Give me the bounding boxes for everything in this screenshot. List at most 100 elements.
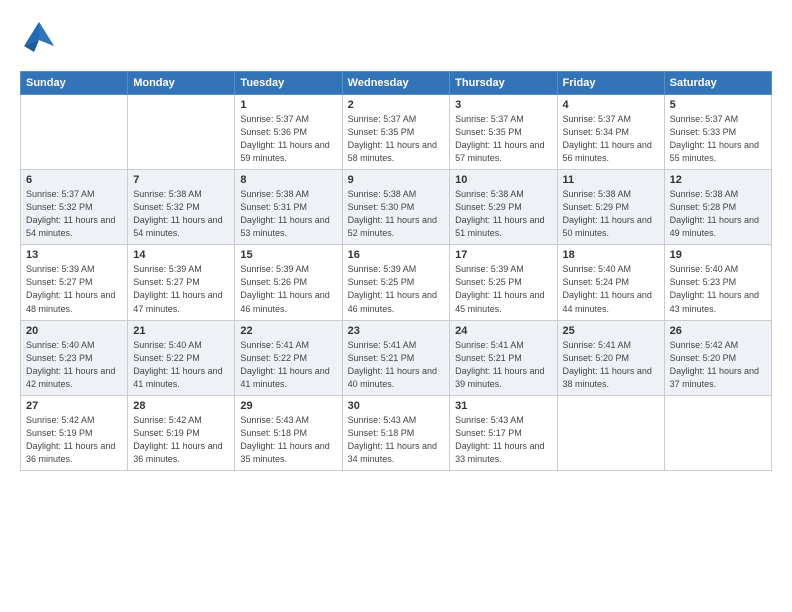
calendar-cell xyxy=(557,395,664,470)
day-info: Sunrise: 5:42 AMSunset: 5:20 PMDaylight:… xyxy=(670,339,766,391)
day-info: Sunrise: 5:43 AMSunset: 5:18 PMDaylight:… xyxy=(240,414,336,466)
day-number: 29 xyxy=(240,400,336,412)
day-number: 12 xyxy=(670,174,766,186)
calendar-cell: 2Sunrise: 5:37 AMSunset: 5:35 PMDaylight… xyxy=(342,95,450,170)
day-number: 20 xyxy=(26,325,122,337)
day-number: 21 xyxy=(133,325,229,337)
day-info: Sunrise: 5:38 AMSunset: 5:31 PMDaylight:… xyxy=(240,188,336,240)
day-info: Sunrise: 5:41 AMSunset: 5:21 PMDaylight:… xyxy=(455,339,551,391)
day-number: 9 xyxy=(348,174,445,186)
page: SundayMondayTuesdayWednesdayThursdayFrid… xyxy=(0,0,792,612)
day-header-wednesday: Wednesday xyxy=(342,72,450,95)
day-info: Sunrise: 5:37 AMSunset: 5:35 PMDaylight:… xyxy=(455,113,551,165)
day-number: 4 xyxy=(563,99,659,111)
day-info: Sunrise: 5:40 AMSunset: 5:23 PMDaylight:… xyxy=(26,339,122,391)
day-info: Sunrise: 5:40 AMSunset: 5:24 PMDaylight:… xyxy=(563,263,659,315)
header xyxy=(20,18,772,61)
calendar-cell: 14Sunrise: 5:39 AMSunset: 5:27 PMDayligh… xyxy=(128,245,235,320)
day-info: Sunrise: 5:40 AMSunset: 5:22 PMDaylight:… xyxy=(133,339,229,391)
calendar-cell: 21 Sunrise: 5:40 AMSunset: 5:22 PMDayligh… xyxy=(128,320,235,395)
day-number: 19 xyxy=(670,249,766,261)
day-number: 30 xyxy=(348,400,445,412)
day-info: Sunrise: 5:38 AMSunset: 5:32 PMDaylight:… xyxy=(133,188,229,240)
calendar-cell: 4 Sunrise: 5:37 AMSunset: 5:34 PMDaylight… xyxy=(557,95,664,170)
calendar-cell: 27 Sunrise: 5:42 AMSunset: 5:19 PMDayligh… xyxy=(21,395,128,470)
calendar-week-row: 27 Sunrise: 5:42 AMSunset: 5:19 PMDayligh… xyxy=(21,395,772,470)
calendar-cell xyxy=(128,95,235,170)
day-header-thursday: Thursday xyxy=(450,72,557,95)
calendar-cell: 8 Sunrise: 5:38 AMSunset: 5:31 PMDaylight… xyxy=(235,170,342,245)
day-header-tuesday: Tuesday xyxy=(235,72,342,95)
day-number: 17 xyxy=(455,249,551,261)
day-info: Sunrise: 5:38 AMSunset: 5:28 PMDaylight:… xyxy=(670,188,766,240)
calendar-cell: 22 Sunrise: 5:41 AMSunset: 5:22 PMDayligh… xyxy=(235,320,342,395)
day-number: 8 xyxy=(240,174,336,186)
day-number: 6 xyxy=(26,174,122,186)
calendar-cell: 5Sunrise: 5:37 AMSunset: 5:33 PMDaylight… xyxy=(664,95,771,170)
calendar-week-row: 20 Sunrise: 5:40 AMSunset: 5:23 PMDayligh… xyxy=(21,320,772,395)
day-info: Sunrise: 5:37 AMSunset: 5:36 PMDaylight:… xyxy=(240,113,336,165)
day-header-saturday: Saturday xyxy=(664,72,771,95)
calendar-week-row: 1 Sunrise: 5:37 AMSunset: 5:36 PMDaylight… xyxy=(21,95,772,170)
calendar-cell: 1 Sunrise: 5:37 AMSunset: 5:36 PMDaylight… xyxy=(235,95,342,170)
day-number: 16 xyxy=(348,249,445,261)
day-number: 28 xyxy=(133,400,229,412)
day-info: Sunrise: 5:39 AMSunset: 5:25 PMDaylight:… xyxy=(455,263,551,315)
calendar-cell: 20 Sunrise: 5:40 AMSunset: 5:23 PMDayligh… xyxy=(21,320,128,395)
calendar-cell: 25 Sunrise: 5:41 AMSunset: 5:20 PMDayligh… xyxy=(557,320,664,395)
day-info: Sunrise: 5:39 AMSunset: 5:27 PMDaylight:… xyxy=(26,263,122,315)
day-info: Sunrise: 5:43 AMSunset: 5:18 PMDaylight:… xyxy=(348,414,445,466)
logo-bird-icon xyxy=(20,18,58,61)
day-number: 27 xyxy=(26,400,122,412)
calendar-cell: 24 Sunrise: 5:41 AMSunset: 5:21 PMDayligh… xyxy=(450,320,557,395)
day-number: 25 xyxy=(563,325,659,337)
day-info: Sunrise: 5:38 AMSunset: 5:30 PMDaylight:… xyxy=(348,188,445,240)
day-number: 31 xyxy=(455,400,551,412)
calendar-cell: 15 Sunrise: 5:39 AMSunset: 5:26 PMDayligh… xyxy=(235,245,342,320)
day-info: Sunrise: 5:37 AMSunset: 5:35 PMDaylight:… xyxy=(348,113,445,165)
day-info: Sunrise: 5:38 AMSunset: 5:29 PMDaylight:… xyxy=(455,188,551,240)
day-number: 11 xyxy=(563,174,659,186)
day-info: Sunrise: 5:42 AMSunset: 5:19 PMDaylight:… xyxy=(26,414,122,466)
day-number: 1 xyxy=(240,99,336,111)
day-info: Sunrise: 5:41 AMSunset: 5:22 PMDaylight:… xyxy=(240,339,336,391)
day-info: Sunrise: 5:43 AMSunset: 5:17 PMDaylight:… xyxy=(455,414,551,466)
calendar-cell: 11 Sunrise: 5:38 AMSunset: 5:29 PMDayligh… xyxy=(557,170,664,245)
calendar-cell xyxy=(664,395,771,470)
calendar-cell: 30 Sunrise: 5:43 AMSunset: 5:18 PMDayligh… xyxy=(342,395,450,470)
day-number: 23 xyxy=(348,325,445,337)
calendar-cell: 18 Sunrise: 5:40 AMSunset: 5:24 PMDayligh… xyxy=(557,245,664,320)
day-number: 10 xyxy=(455,174,551,186)
day-info: Sunrise: 5:37 AMSunset: 5:34 PMDaylight:… xyxy=(563,113,659,165)
calendar-cell: 31 Sunrise: 5:43 AMSunset: 5:17 PMDayligh… xyxy=(450,395,557,470)
day-number: 3 xyxy=(455,99,551,111)
day-number: 22 xyxy=(240,325,336,337)
calendar-cell: 23 Sunrise: 5:41 AMSunset: 5:21 PMDayligh… xyxy=(342,320,450,395)
day-info: Sunrise: 5:41 AMSunset: 5:21 PMDaylight:… xyxy=(348,339,445,391)
day-info: Sunrise: 5:39 AMSunset: 5:26 PMDaylight:… xyxy=(240,263,336,315)
calendar-cell: 6Sunrise: 5:37 AMSunset: 5:32 PMDaylight… xyxy=(21,170,128,245)
day-header-sunday: Sunday xyxy=(21,72,128,95)
calendar-cell xyxy=(21,95,128,170)
day-number: 24 xyxy=(455,325,551,337)
day-info: Sunrise: 5:38 AMSunset: 5:29 PMDaylight:… xyxy=(563,188,659,240)
calendar-week-row: 13 Sunrise: 5:39 AMSunset: 5:27 PMDayligh… xyxy=(21,245,772,320)
day-info: Sunrise: 5:37 AMSunset: 5:33 PMDaylight:… xyxy=(670,113,766,165)
calendar-cell: 12 Sunrise: 5:38 AMSunset: 5:28 PMDayligh… xyxy=(664,170,771,245)
calendar-cell: 19 Sunrise: 5:40 AMSunset: 5:23 PMDayligh… xyxy=(664,245,771,320)
calendar-table: SundayMondayTuesdayWednesdayThursdayFrid… xyxy=(20,71,772,471)
calendar-cell: 13 Sunrise: 5:39 AMSunset: 5:27 PMDayligh… xyxy=(21,245,128,320)
calendar-cell: 9 Sunrise: 5:38 AMSunset: 5:30 PMDaylight… xyxy=(342,170,450,245)
calendar-header-row: SundayMondayTuesdayWednesdayThursdayFrid… xyxy=(21,72,772,95)
day-number: 18 xyxy=(563,249,659,261)
day-info: Sunrise: 5:40 AMSunset: 5:23 PMDaylight:… xyxy=(670,263,766,315)
day-info: Sunrise: 5:42 AMSunset: 5:19 PMDaylight:… xyxy=(133,414,229,466)
day-info: Sunrise: 5:41 AMSunset: 5:20 PMDaylight:… xyxy=(563,339,659,391)
day-number: 15 xyxy=(240,249,336,261)
calendar-cell: 10 Sunrise: 5:38 AMSunset: 5:29 PMDayligh… xyxy=(450,170,557,245)
day-number: 13 xyxy=(26,249,122,261)
calendar-cell: 28 Sunrise: 5:42 AMSunset: 5:19 PMDayligh… xyxy=(128,395,235,470)
day-header-friday: Friday xyxy=(557,72,664,95)
day-header-monday: Monday xyxy=(128,72,235,95)
logo xyxy=(20,18,64,61)
